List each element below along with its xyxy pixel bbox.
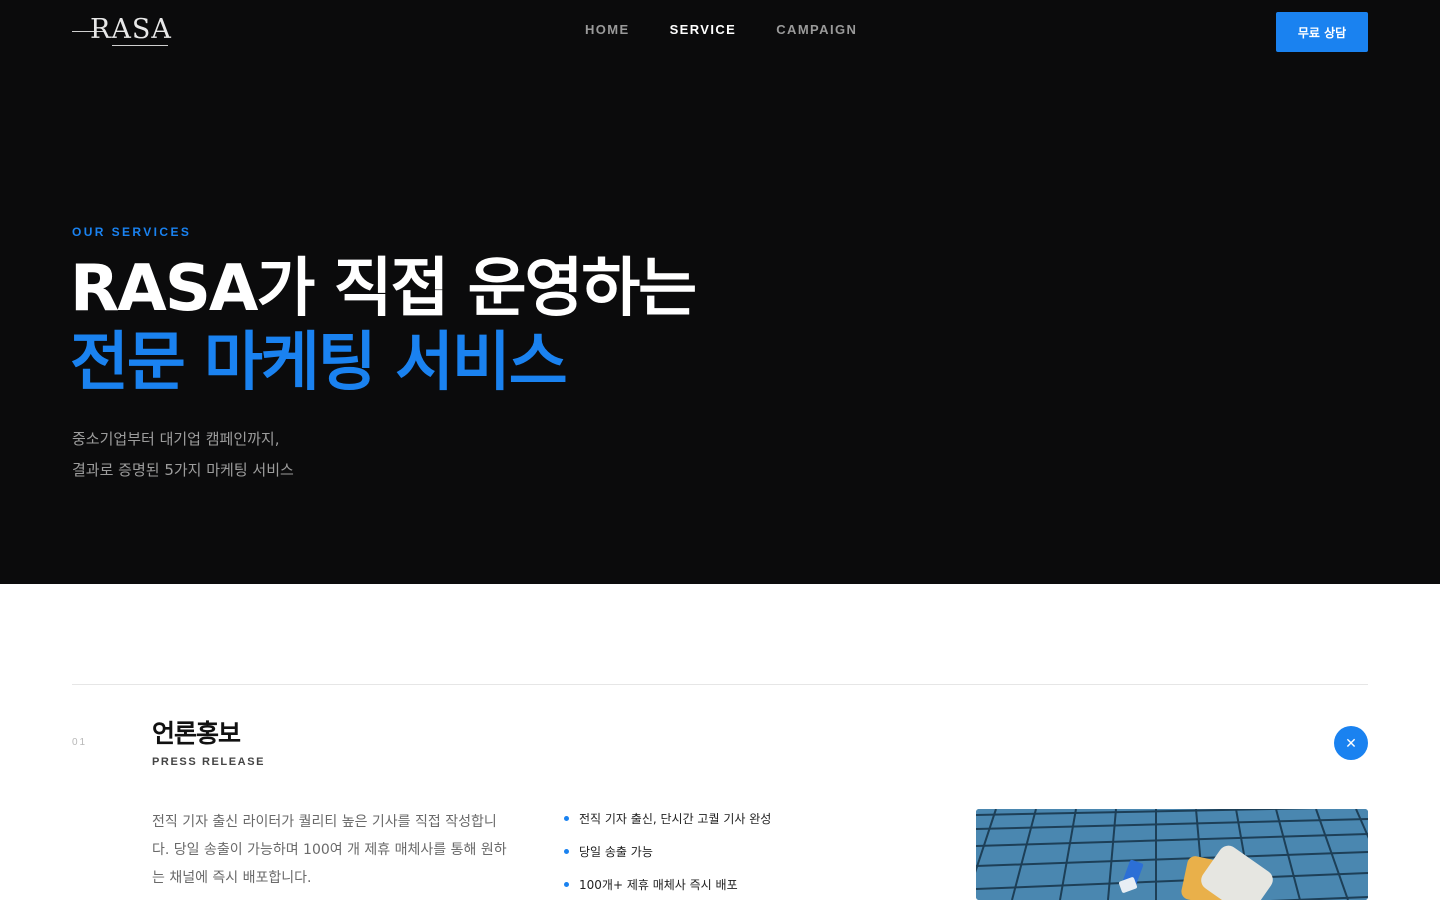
- menu-item-service[interactable]: SERVICE: [670, 22, 737, 37]
- feature-text: 100개+ 제휴 매체사 즉시 배포: [579, 878, 738, 892]
- feature-text: 당일 송출 가능: [579, 845, 653, 859]
- headline-line-1: RASA가 직접 운영하는: [70, 252, 697, 326]
- close-icon[interactable]: ✕: [1334, 726, 1368, 760]
- logo[interactable]: RASA: [72, 14, 171, 48]
- hero-description-line-1: 중소기업부터 대기업 캠페인까지,: [72, 430, 280, 448]
- list-item: 당일 송출 가능: [564, 841, 771, 874]
- feature-text: 전직 기자 출신, 단시간 고퀄 기사 완성: [579, 812, 772, 826]
- page-headline: RASA가 직접 운영하는 전문 마케팅 서비스: [70, 252, 697, 400]
- service-subtitle: PRESS RELEASE: [152, 756, 266, 768]
- logo-text: RASA: [90, 14, 172, 45]
- top-navigation: RASA HOME SERVICE CAMPAIGN 무료 상담: [0, 0, 1440, 64]
- section-divider: [72, 684, 1368, 685]
- grid-illustration: [976, 809, 1368, 900]
- bullet-icon: [564, 816, 569, 821]
- service-number: 01: [72, 737, 88, 748]
- bullet-icon: [564, 882, 569, 887]
- section-eyebrow: OUR SERVICES: [72, 225, 192, 239]
- hero-description: 중소기업부터 대기업 캠페인까지, 결과로 증명된 5가지 마케팅 서비스: [72, 424, 294, 486]
- service-description: 전직 기자 출신 라이터가 퀄리티 높은 기사를 직접 작성합니다. 당일 송출…: [152, 814, 507, 886]
- hero-description-line-2: 결과로 증명된 5가지 마케팅 서비스: [72, 461, 294, 479]
- list-item: 100개+ 제휴 매체사 즉시 배포: [564, 874, 771, 907]
- menu-item-campaign[interactable]: CAMPAIGN: [776, 22, 857, 37]
- headline-line-2: 전문 마케팅 서비스: [70, 326, 568, 400]
- service-feature-list: 전직 기자 출신, 단시간 고퀄 기사 완성 당일 송출 가능 100개+ 제휴…: [564, 808, 771, 907]
- logo-underline: [112, 45, 168, 46]
- service-illustration: [976, 809, 1368, 900]
- bullet-icon: [564, 849, 569, 854]
- list-item: 전직 기자 출신, 단시간 고퀄 기사 완성: [564, 808, 771, 841]
- service-title: 언론홍보: [152, 719, 241, 748]
- hero-section: RASA HOME SERVICE CAMPAIGN 무료 상담 OUR SER…: [0, 0, 1440, 584]
- menu-item-home[interactable]: HOME: [585, 22, 630, 37]
- free-consult-button[interactable]: 무료 상담: [1276, 12, 1368, 52]
- main-menu: HOME SERVICE CAMPAIGN: [585, 22, 857, 37]
